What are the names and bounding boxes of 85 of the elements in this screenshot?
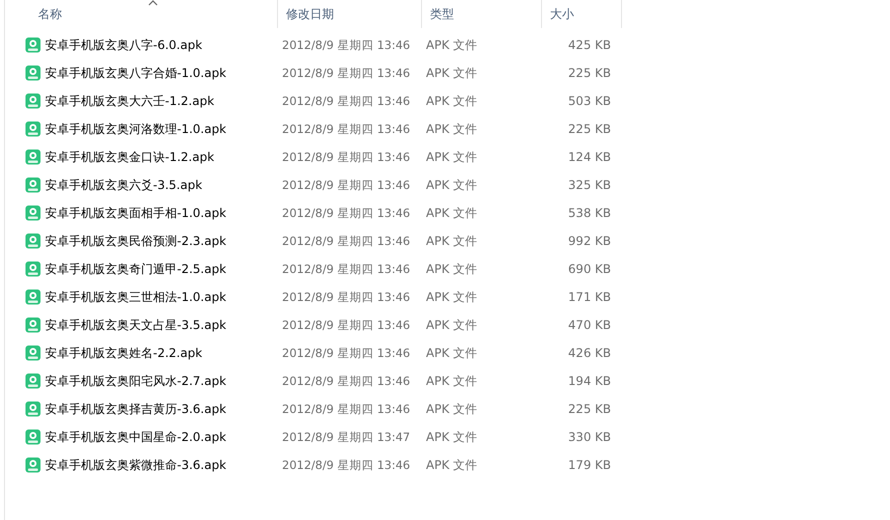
file-name[interactable]: 安卓手机版玄奥面相手相-1.0.apk <box>45 204 226 222</box>
file-name[interactable]: 安卓手机版玄奥八字-6.0.apk <box>45 36 202 54</box>
sort-chevron-icon <box>148 0 158 6</box>
file-type: APK 文件 <box>426 374 478 388</box>
file-name[interactable]: 安卓手机版玄奥阳宅风水-2.7.apk <box>45 372 226 390</box>
column-header[interactable]: 修改日期 <box>278 0 422 28</box>
column-header[interactable]: 类型 <box>422 0 542 28</box>
file-name[interactable]: 安卓手机版玄奥天文占星-3.5.apk <box>45 316 226 334</box>
file-size: 538 KB <box>568 205 611 222</box>
file-size: 225 KB <box>568 401 611 418</box>
modified-date: 2012/8/9 星期四 13:46 <box>282 178 410 192</box>
file-size: 470 KB <box>568 317 611 334</box>
file-name[interactable]: 安卓手机版玄奥中国星命-2.0.apk <box>45 428 226 446</box>
file-name[interactable]: 安卓手机版玄奥择吉黄历-3.6.apk <box>45 400 226 418</box>
modified-date: 2012/8/9 星期四 13:46 <box>282 122 410 136</box>
file-type: APK 文件 <box>426 402 478 416</box>
file-name[interactable]: 安卓手机版玄奥大六壬-1.2.apk <box>45 92 214 110</box>
file-size: 325 KB <box>568 177 611 194</box>
modified-date: 2012/8/9 星期四 13:46 <box>282 66 410 80</box>
file-name[interactable]: 安卓手机版玄奥八字合婚-1.0.apk <box>45 64 226 82</box>
apk-file-icon <box>25 149 41 165</box>
file-size: 690 KB <box>568 261 611 278</box>
modified-date: 2012/8/9 星期四 13:46 <box>282 318 410 332</box>
apk-file-icon <box>25 205 41 221</box>
file-type: APK 文件 <box>426 290 478 304</box>
file-name[interactable]: 安卓手机版玄奥姓名-2.2.apk <box>45 344 202 362</box>
apk-file-icon <box>25 233 41 249</box>
file-type: APK 文件 <box>426 346 478 360</box>
file-name[interactable]: 安卓手机版玄奥河洛数理-1.0.apk <box>45 120 226 138</box>
apk-file-icon <box>25 65 41 81</box>
column-header[interactable]: 名称 <box>28 0 278 28</box>
file-size: 179 KB <box>568 457 611 474</box>
file-name[interactable]: 安卓手机版玄奥紫微推命-3.6.apk <box>45 456 226 474</box>
file-name[interactable]: 安卓手机版玄奥三世相法-1.0.apk <box>45 288 226 306</box>
modified-date: 2012/8/9 星期四 13:46 <box>282 150 410 164</box>
modified-date: 2012/8/9 星期四 13:46 <box>282 38 410 52</box>
file-size: 992 KB <box>568 233 611 250</box>
file-type: APK 文件 <box>426 150 478 164</box>
apk-file-icon <box>25 373 41 389</box>
modified-date: 2012/8/9 星期四 13:46 <box>282 262 410 276</box>
modified-date: 2012/8/9 星期四 13:46 <box>282 402 410 416</box>
file-size: 425 KB <box>568 37 611 54</box>
column-header[interactable]: 大小 <box>542 0 622 28</box>
file-size: 330 KB <box>568 429 611 446</box>
file-type: APK 文件 <box>426 66 478 80</box>
file-type: APK 文件 <box>426 38 478 52</box>
modified-date: 2012/8/9 星期四 13:46 <box>282 234 410 248</box>
modified-date: 2012/8/9 星期四 13:46 <box>282 206 410 220</box>
modified-date: 2012/8/9 星期四 13:46 <box>282 458 410 472</box>
file-name[interactable]: 安卓手机版玄奥六爻-3.5.apk <box>45 176 202 194</box>
file-type: APK 文件 <box>426 458 478 472</box>
apk-file-icon <box>25 317 41 333</box>
modified-date: 2012/8/9 星期四 13:46 <box>282 290 410 304</box>
file-size: 194 KB <box>568 373 611 390</box>
file-type: APK 文件 <box>426 318 478 332</box>
modified-date: 2012/8/9 星期四 13:47 <box>282 430 410 444</box>
file-type: APK 文件 <box>426 430 478 444</box>
file-name[interactable]: 安卓手机版玄奥民俗预测-2.3.apk <box>45 232 226 250</box>
file-type: APK 文件 <box>426 234 478 248</box>
file-type: APK 文件 <box>426 178 478 192</box>
file-size: 171 KB <box>568 289 611 306</box>
file-size: 225 KB <box>568 65 611 82</box>
file-type: APK 文件 <box>426 206 478 220</box>
file-type: APK 文件 <box>426 94 478 108</box>
apk-file-icon <box>25 289 41 305</box>
apk-file-icon <box>25 429 41 445</box>
apk-file-icon <box>25 261 41 277</box>
file-size: 503 KB <box>568 93 611 110</box>
file-name[interactable]: 安卓手机版玄奥金口诀-1.2.apk <box>45 148 214 166</box>
modified-date: 2012/8/9 星期四 13:46 <box>282 346 410 360</box>
apk-file-icon <box>25 93 41 109</box>
apk-file-icon <box>25 177 41 193</box>
file-size: 426 KB <box>568 345 611 362</box>
apk-file-icon <box>25 121 41 137</box>
apk-file-icon <box>25 457 41 473</box>
modified-date: 2012/8/9 星期四 13:46 <box>282 94 410 108</box>
file-size: 124 KB <box>568 149 611 166</box>
file-name[interactable]: 安卓手机版玄奥奇门遁甲-2.5.apk <box>45 260 226 278</box>
apk-file-icon <box>25 345 41 361</box>
apk-file-icon <box>25 37 41 53</box>
apk-file-icon <box>25 401 41 417</box>
file-type: APK 文件 <box>426 262 478 276</box>
modified-date: 2012/8/9 星期四 13:46 <box>282 374 410 388</box>
file-type: APK 文件 <box>426 122 478 136</box>
file-size: 225 KB <box>568 121 611 138</box>
